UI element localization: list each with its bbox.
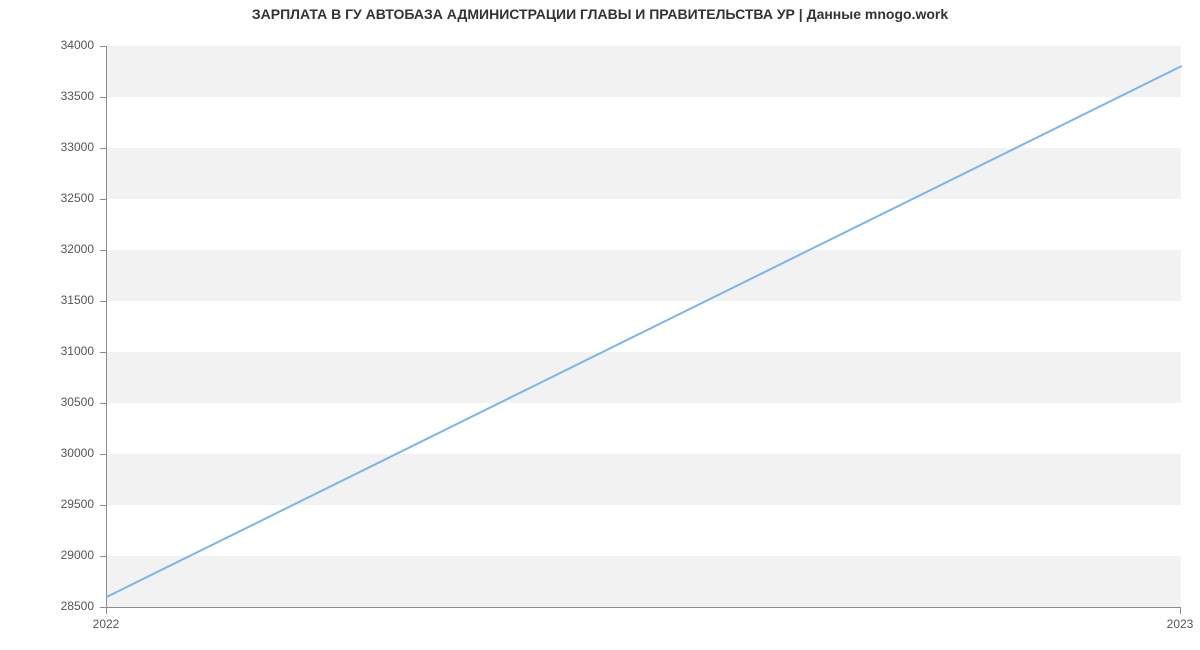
y-axis-tick xyxy=(100,250,106,251)
y-axis-tick-label: 29500 xyxy=(0,497,94,511)
y-axis-tick xyxy=(100,46,106,47)
chart-container: ЗАРПЛАТА В ГУ АВТОБАЗА АДМИНИСТРАЦИИ ГЛА… xyxy=(0,0,1200,650)
y-axis-tick-label: 28500 xyxy=(0,599,94,613)
y-axis-tick-label: 29000 xyxy=(0,548,94,562)
y-axis-tick-label: 31000 xyxy=(0,344,94,358)
y-axis-tick-label: 32000 xyxy=(0,242,94,256)
y-axis-tick xyxy=(100,556,106,557)
y-axis-tick xyxy=(100,301,106,302)
x-axis-tick xyxy=(106,608,107,614)
y-axis-tick xyxy=(100,352,106,353)
y-axis-tick-label: 34000 xyxy=(0,38,94,52)
y-axis-tick-label: 33000 xyxy=(0,140,94,154)
data-line xyxy=(107,66,1181,596)
x-axis-tick xyxy=(1180,608,1181,614)
x-axis-tick-label: 2023 xyxy=(1167,617,1194,631)
y-axis-tick xyxy=(100,454,106,455)
y-axis-tick xyxy=(100,505,106,506)
chart-title: ЗАРПЛАТА В ГУ АВТОБАЗА АДМИНИСТРАЦИИ ГЛА… xyxy=(0,6,1200,22)
y-axis-tick-label: 33500 xyxy=(0,89,94,103)
y-axis-tick xyxy=(100,403,106,404)
y-axis-tick xyxy=(100,199,106,200)
y-axis-tick xyxy=(100,97,106,98)
y-axis-tick-label: 30000 xyxy=(0,446,94,460)
y-axis-tick-label: 31500 xyxy=(0,293,94,307)
y-axis-tick-label: 32500 xyxy=(0,191,94,205)
y-axis-tick xyxy=(100,148,106,149)
x-axis-tick-label: 2022 xyxy=(93,617,120,631)
plot-area xyxy=(106,46,1181,608)
y-axis-tick-label: 30500 xyxy=(0,395,94,409)
line-series-svg xyxy=(107,46,1181,607)
